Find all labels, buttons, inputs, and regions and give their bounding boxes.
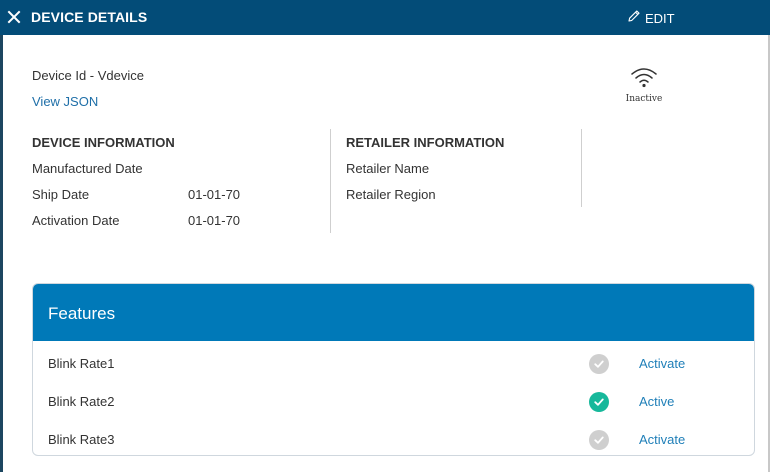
- feature-row: Blink Rate2 Active: [33, 383, 754, 421]
- activate-link[interactable]: Activate: [639, 432, 685, 447]
- feature-row: Blink Rate3 Activate: [33, 421, 754, 455]
- feature-name: Blink Rate1: [48, 356, 115, 371]
- edit-button[interactable]: EDIT: [627, 9, 675, 27]
- active-status-link[interactable]: Active: [639, 394, 674, 409]
- check-circle-icon: [589, 430, 609, 450]
- activate-link[interactable]: Activate: [639, 356, 685, 371]
- feature-row: Blink Rate1 Activate: [33, 345, 754, 383]
- manufactured-date-label: Manufactured Date: [32, 161, 143, 176]
- device-id-text: Device Id - Vdevice: [32, 68, 144, 83]
- feature-name: Blink Rate3: [48, 432, 115, 447]
- status-label: Inactive: [625, 94, 663, 104]
- ship-date-value: 01-01-70: [188, 187, 241, 202]
- page-title: DEVICE DETAILS: [31, 9, 148, 25]
- wifi-icon: [629, 68, 659, 92]
- retailer-region-label: Retailer Region: [346, 187, 436, 202]
- features-card: Features Blink Rate1 Activate Blink Rate…: [32, 283, 755, 456]
- edit-label: EDIT: [645, 10, 675, 26]
- retailer-name-label: Retailer Name: [346, 161, 430, 176]
- ship-date-label: Ship Date: [32, 187, 90, 202]
- section-divider: [330, 129, 331, 233]
- features-header: Features: [33, 284, 754, 341]
- panel-header: DEVICE DETAILS EDIT: [0, 0, 770, 35]
- device-information-title: DEVICE INFORMATION: [32, 135, 175, 150]
- view-json-link[interactable]: View JSON: [32, 94, 98, 109]
- activation-date-label: Activation Date: [32, 213, 120, 228]
- features-title: Features: [48, 304, 116, 323]
- close-icon[interactable]: [6, 9, 22, 25]
- check-circle-icon: [589, 392, 609, 412]
- left-edge-strip: [0, 0, 3, 472]
- connection-status: Inactive: [622, 66, 666, 104]
- retailer-information-title: RETAILER INFORMATION: [346, 135, 505, 150]
- section-divider: [581, 129, 582, 207]
- feature-name: Blink Rate2: [48, 394, 115, 409]
- check-circle-icon: [589, 354, 609, 374]
- pencil-icon: [627, 9, 641, 28]
- activation-date-value: 01-01-70: [188, 213, 241, 228]
